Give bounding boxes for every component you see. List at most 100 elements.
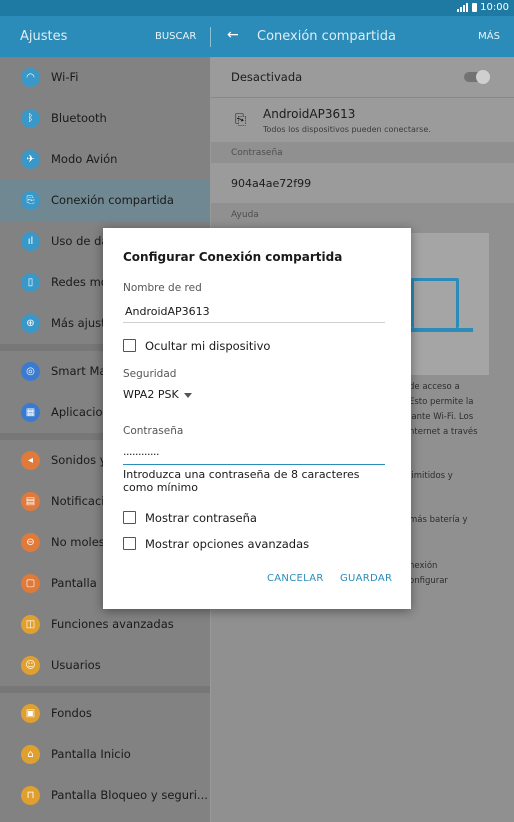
help-text-3: más batería y — [409, 515, 468, 525]
hide-device-label[interactable]: Ocultar mi dispositivo — [145, 339, 270, 353]
network-name-underline — [123, 322, 385, 323]
sound-icon: ◂ — [21, 451, 40, 470]
data-usage-icon: ıl — [21, 232, 40, 251]
sidebar-item-lock-screen[interactable]: ⊓ Pantalla Bloqueo y seguri... — [0, 775, 210, 816]
help-line: onfigurar — [409, 576, 448, 586]
detail-title: Conexión compartida — [257, 29, 396, 44]
sidebar-item-label: Fondos — [51, 706, 92, 720]
help-header: Ayuda — [231, 210, 259, 220]
sidebar-item-wallpaper[interactable]: ▣ Fondos — [0, 693, 210, 734]
network-name: AndroidAP3613 — [263, 107, 356, 121]
sidebar-item-label: Aplicacion — [51, 405, 110, 419]
sidebar-item-label: Uso de da — [51, 234, 109, 248]
sidebar-item-hotspot[interactable]: ⎘ Conexión compartida — [0, 180, 210, 221]
apps-icon: ▦ — [21, 403, 40, 422]
sidebar-item-label: Conexión compartida — [51, 193, 174, 207]
network-subtitle: Todos los dispositivos pueden conectarse… — [263, 125, 431, 134]
configure-hotspot-dialog: Configurar Conexión compartida Nombre de… — [103, 228, 411, 609]
app-bar: Ajustes BUSCAR ← Conexión compartida MÁS — [0, 16, 514, 57]
notification-icon: ▤ — [21, 492, 40, 511]
sidebar-item-bluetooth[interactable]: ᛒ Bluetooth — [0, 98, 210, 139]
section-divider — [0, 686, 210, 693]
security-label: Seguridad — [123, 368, 177, 380]
laptop-icon — [411, 278, 459, 328]
divider — [210, 27, 211, 47]
sidebar-item-home-screen[interactable]: ⌂ Pantalla Inicio — [0, 734, 210, 775]
help-text-1: de acceso a Esto permite la iante Wi-Fi.… — [409, 380, 478, 440]
sidebar-item-label: Usuarios — [51, 658, 101, 672]
sidebar-item-label: Modo Avión — [51, 152, 118, 166]
show-advanced-label[interactable]: Mostrar opciones avanzadas — [145, 537, 309, 551]
sidebar-item-label: Redes mó — [51, 275, 108, 289]
cancel-button[interactable]: CANCELAR — [267, 573, 324, 584]
hotspot-icon: ⎘ — [235, 112, 247, 128]
sidebar-item-label: Sonidos y — [51, 453, 107, 467]
sidebar-item-advanced-features[interactable]: ◫ Funciones avanzadas — [0, 604, 210, 645]
password-hint: Introduzca una contraseña de 8 caractere… — [123, 468, 360, 494]
hotspot-toggle[interactable] — [464, 70, 490, 84]
network-name-label: Nombre de red — [123, 282, 202, 294]
display-icon: ▢ — [21, 574, 40, 593]
more-button[interactable]: MÁS — [478, 31, 500, 42]
password-label: Contraseña — [123, 425, 184, 437]
hotspot-toggle-row[interactable]: Desactivada — [211, 57, 514, 97]
network-name-input[interactable]: AndroidAP3613 — [125, 305, 210, 318]
more-connections-icon: ⊕ — [21, 314, 40, 333]
bluetooth-icon: ᛒ — [21, 109, 40, 128]
mobile-network-icon: ▯ — [21, 273, 40, 292]
security-value: WPA2 PSK — [123, 388, 179, 401]
hotspot-icon: ⎘ — [21, 191, 40, 210]
sidebar-item-label: Más ajust — [51, 316, 106, 330]
help-line: nternet a través — [409, 427, 478, 437]
airplane-icon: ✈ — [21, 150, 40, 169]
sidebar-item-label: No molest — [51, 535, 110, 549]
battery-icon — [472, 3, 478, 12]
sidebar-item-wifi[interactable]: ◠ Wi-Fi — [0, 57, 210, 98]
hide-device-checkbox[interactable] — [123, 339, 136, 352]
dropdown-arrow-icon — [183, 392, 192, 398]
users-icon: ☺ — [21, 656, 40, 675]
do-not-disturb-icon: ⊖ — [21, 533, 40, 552]
lock-icon: ⊓ — [21, 786, 40, 805]
security-select[interactable]: WPA2 PSK — [123, 388, 192, 401]
back-arrow-icon[interactable]: ← — [227, 27, 239, 43]
sidebar-item-label: Pantalla — [51, 576, 97, 590]
password-underline — [123, 464, 385, 465]
home-screen-icon: ⌂ — [21, 745, 40, 764]
help-line: nexión — [409, 561, 438, 571]
password-header: Contraseña — [231, 148, 283, 158]
screen: 10:00 Ajustes BUSCAR ← Conexión comparti… — [0, 0, 514, 822]
show-advanced-checkbox[interactable] — [123, 537, 136, 550]
network-name-row[interactable]: ⎘ AndroidAP3613 Todos los dispositivos p… — [211, 98, 514, 142]
advanced-features-icon: ◫ — [21, 615, 40, 634]
hotspot-status-label: Desactivada — [231, 70, 303, 84]
sidebar-item-airplane[interactable]: ✈ Modo Avión — [0, 139, 210, 180]
sidebar-item-users[interactable]: ☺ Usuarios — [0, 645, 210, 686]
sidebar-item-label: Pantalla Bloqueo y seguri... — [51, 788, 208, 802]
show-password-label[interactable]: Mostrar contraseña — [145, 511, 257, 525]
help-text-4: nexión onfigurar — [409, 559, 448, 589]
help-line: de acceso a — [409, 382, 460, 392]
status-bar: 10:00 — [0, 0, 514, 16]
laptop-base — [403, 328, 473, 332]
password-input[interactable]: ............ — [123, 445, 159, 458]
sidebar-item-label: Wi-Fi — [51, 70, 79, 84]
smart-manager-icon: ◎ — [21, 362, 40, 381]
sidebar-item-label: Pantalla Inicio — [51, 747, 131, 761]
sidebar-item-label: Funciones avanzadas — [51, 617, 174, 631]
wallpaper-icon: ▣ — [21, 704, 40, 723]
dialog-title: Configurar Conexión compartida — [123, 250, 343, 264]
help-line: iante Wi-Fi. Los — [409, 412, 474, 422]
save-button[interactable]: GUARDAR — [340, 573, 392, 584]
app-title: Ajustes — [20, 29, 68, 44]
show-password-checkbox[interactable] — [123, 511, 136, 524]
wifi-icon: ◠ — [21, 68, 40, 87]
status-time: 10:00 — [480, 2, 509, 13]
password-row[interactable]: 904a4ae72f99 — [211, 163, 514, 203]
signal-icon — [457, 3, 469, 12]
sidebar-item-label: Smart Ma — [51, 364, 107, 378]
sidebar-item-label: Bluetooth — [51, 111, 107, 125]
search-button[interactable]: BUSCAR — [155, 31, 196, 42]
password-value: 904a4ae72f99 — [231, 177, 312, 190]
help-text-2: limitidos y — [409, 471, 453, 481]
